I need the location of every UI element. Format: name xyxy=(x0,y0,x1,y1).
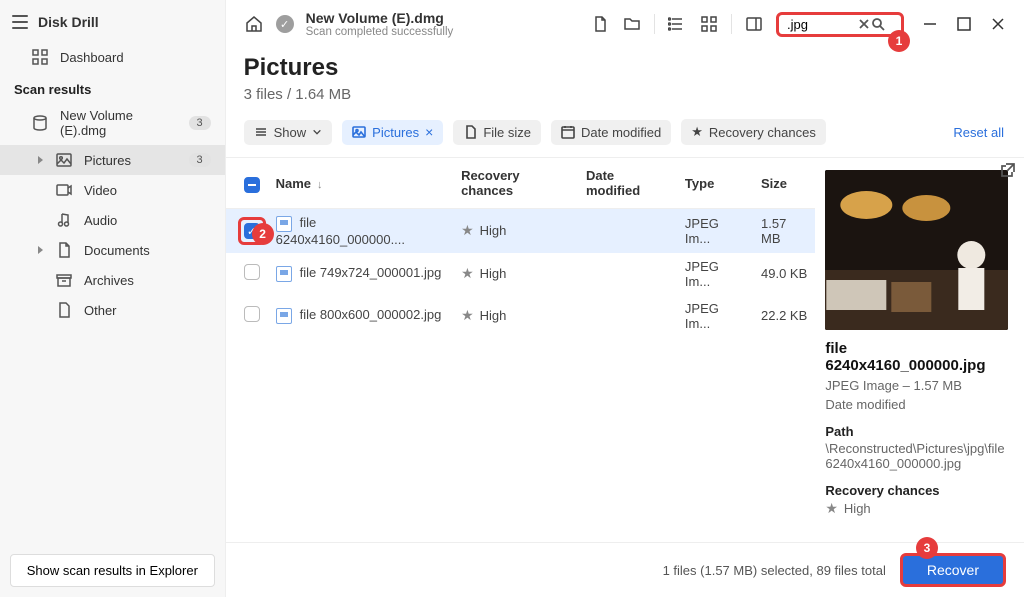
separator xyxy=(731,14,732,34)
show-in-explorer-button[interactable]: Show scan results in Explorer xyxy=(10,554,215,587)
preview-panel: file 6240x4160_000000.jpg JPEG Image – 1… xyxy=(815,158,1024,542)
preview-type-size: JPEG Image – 1.57 MB xyxy=(825,378,1008,393)
star-icon: ★ xyxy=(461,307,474,323)
nav-documents-label: Documents xyxy=(84,243,150,258)
preview-recovery-head: Recovery chances xyxy=(825,483,1008,498)
table-row[interactable]: file 749x724_000001.jpg ★High JPEG Im...… xyxy=(226,253,816,295)
video-icon xyxy=(56,182,72,198)
preview-path-head: Path xyxy=(825,424,1008,439)
col-date[interactable]: Date modified xyxy=(578,158,677,209)
row-checkbox[interactable] xyxy=(244,264,260,280)
chevron-right-icon xyxy=(38,246,43,254)
nav-pictures-count: 3 xyxy=(189,153,211,167)
select-all-checkbox[interactable] xyxy=(244,177,260,193)
page-subtitle: 3 files / 1.64 MB xyxy=(244,86,1006,103)
nav-dashboard[interactable]: Dashboard xyxy=(0,42,225,72)
col-recovery[interactable]: Recovery chances xyxy=(453,158,578,209)
table-row[interactable]: ✓ file 6240x4160_000000.... ★High JPEG I… xyxy=(226,209,816,253)
callout-badge-1: 1 xyxy=(888,30,910,52)
search-input[interactable] xyxy=(787,17,857,32)
list-view-icon[interactable] xyxy=(667,14,687,34)
preview-filename: file 6240x4160_000000.jpg xyxy=(825,340,1008,374)
filter-pictures[interactable]: Pictures × xyxy=(342,120,443,145)
star-icon: ★ xyxy=(461,265,474,281)
file-icon xyxy=(276,216,292,232)
nav-audio[interactable]: Audio xyxy=(0,205,225,235)
dashboard-icon xyxy=(32,49,48,65)
file-icon xyxy=(276,266,292,282)
file-table: Name Recovery chances Date modified Type… xyxy=(226,158,816,542)
nav-dashboard-label: Dashboard xyxy=(60,50,124,65)
status-ok-icon: ✓ xyxy=(276,15,294,33)
nav-archives-label: Archives xyxy=(84,273,134,288)
filter-recovery-chances[interactable]: ★ Recovery chances xyxy=(681,119,826,145)
maximize-icon[interactable] xyxy=(956,16,972,32)
nav-pictures[interactable]: Pictures 3 xyxy=(0,145,225,175)
other-icon xyxy=(56,302,72,318)
nav-volume[interactable]: New Volume (E).dmg 3 xyxy=(0,101,225,145)
nav-video[interactable]: Video xyxy=(0,175,225,205)
separator xyxy=(654,14,655,34)
filter-bar: Show Pictures × File size Date modified … xyxy=(226,113,1024,158)
nav-volume-count: 3 xyxy=(189,116,211,130)
filter-show[interactable]: Show xyxy=(244,120,333,145)
nav-section-scan-results: Scan results xyxy=(0,72,225,101)
search-icon[interactable] xyxy=(871,17,885,31)
grid-view-icon[interactable] xyxy=(699,14,719,34)
nav-audio-label: Audio xyxy=(84,213,117,228)
clear-search-icon[interactable] xyxy=(857,17,871,31)
chevron-right-icon xyxy=(38,156,43,164)
app-title: Disk Drill xyxy=(38,14,99,30)
filter-file-size[interactable]: File size xyxy=(453,120,541,145)
nav-volume-label: New Volume (E).dmg xyxy=(60,108,177,138)
file-icon xyxy=(276,308,292,324)
home-icon[interactable] xyxy=(244,14,264,34)
open-external-icon[interactable] xyxy=(1000,162,1016,181)
preview-pane-icon[interactable] xyxy=(744,14,764,34)
file-view-icon[interactable] xyxy=(590,14,610,34)
callout-badge-3: 3 xyxy=(916,537,938,559)
nav-video-label: Video xyxy=(84,183,117,198)
col-name[interactable]: Name xyxy=(268,158,453,209)
callout-badge-2: 2 xyxy=(252,223,274,245)
page-title: Pictures xyxy=(244,54,1006,82)
preview-date: Date modified xyxy=(825,397,1008,412)
nav-documents[interactable]: Documents xyxy=(0,235,225,265)
drive-icon xyxy=(32,115,48,131)
nav-pictures-label: Pictures xyxy=(84,153,131,168)
recover-button[interactable]: Recover xyxy=(900,553,1006,587)
main: ✓ New Volume (E).dmg Scan completed succ… xyxy=(226,0,1024,597)
nav-other-label: Other xyxy=(84,303,117,318)
row-checkbox[interactable] xyxy=(244,306,260,322)
preview-path: \Reconstructed\Pictures\jpg\file 6240x41… xyxy=(825,441,1008,471)
volume-subtitle: Scan completed successfully xyxy=(306,26,454,38)
documents-icon xyxy=(56,242,72,258)
col-type[interactable]: Type xyxy=(677,158,753,209)
archives-icon xyxy=(56,272,72,288)
menu-icon[interactable] xyxy=(12,15,28,29)
nav-other[interactable]: Other xyxy=(0,295,225,325)
search-box[interactable] xyxy=(776,12,904,37)
footer: 1 files (1.57 MB) selected, 89 files tot… xyxy=(226,542,1024,597)
filter-date-modified[interactable]: Date modified xyxy=(551,120,671,145)
remove-filter-icon[interactable]: × xyxy=(425,125,433,139)
minimize-icon[interactable] xyxy=(922,16,938,32)
close-icon[interactable] xyxy=(990,16,1006,32)
preview-thumbnail xyxy=(825,170,1008,330)
star-icon: ★ xyxy=(825,500,838,516)
col-size[interactable]: Size xyxy=(753,158,815,209)
selection-summary: 1 files (1.57 MB) selected, 89 files tot… xyxy=(663,563,886,578)
pictures-icon xyxy=(56,152,72,168)
folder-view-icon[interactable] xyxy=(622,14,642,34)
table-row[interactable]: file 800x600_000002.jpg ★High JPEG Im...… xyxy=(226,295,816,337)
audio-icon xyxy=(56,212,72,228)
nav-archives[interactable]: Archives xyxy=(0,265,225,295)
sidebar: Disk Drill Dashboard Scan results New Vo… xyxy=(0,0,226,597)
volume-title: New Volume (E).dmg xyxy=(306,10,454,26)
star-icon: ★ xyxy=(461,222,474,238)
reset-filters-link[interactable]: Reset all xyxy=(953,125,1006,140)
